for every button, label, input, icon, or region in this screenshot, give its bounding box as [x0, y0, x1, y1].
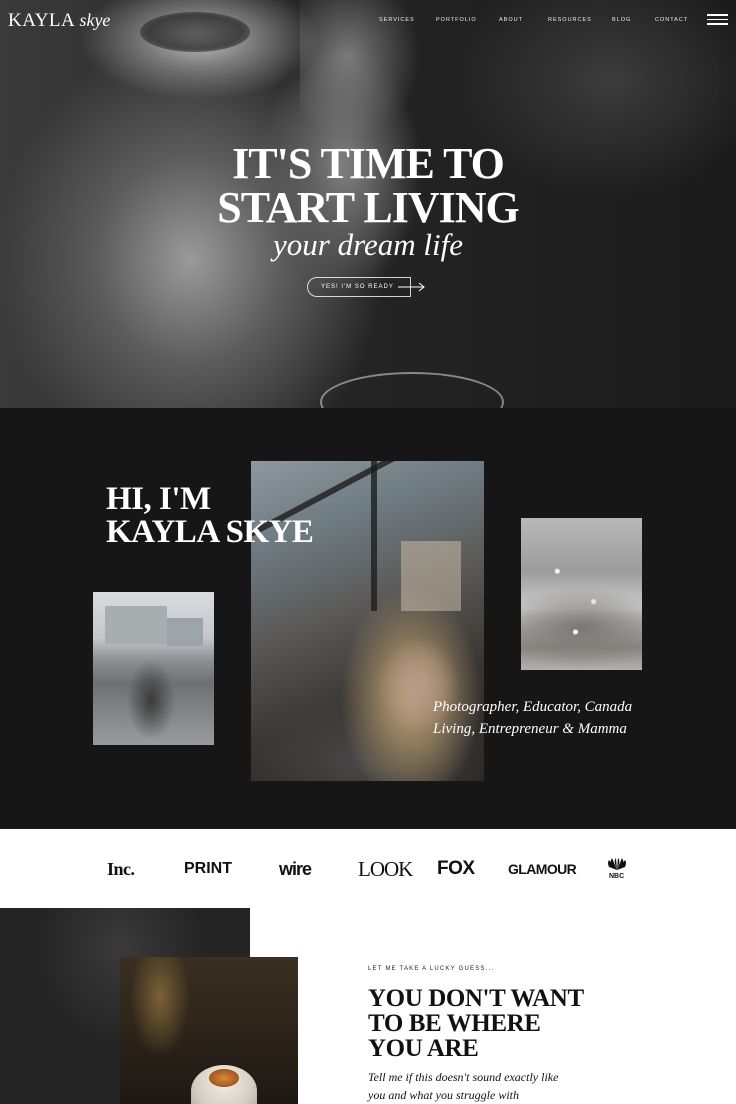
- logo-main-text: KAYLA: [8, 10, 75, 31]
- about-section: HI, I'M KAYLA SKYE Photographer, Educato…: [0, 408, 736, 829]
- guess-title-line1: YOU DON'T WANT: [368, 985, 584, 1012]
- hero-title-line2: START LIVING: [217, 183, 519, 232]
- guess-body-text: Tell me if this doesn't sound exactly li…: [368, 1070, 559, 1102]
- hamburger-menu-icon[interactable]: [707, 14, 728, 25]
- arrow-right-icon[interactable]: [398, 281, 426, 293]
- nav-contact[interactable]: CONTACT: [655, 17, 688, 23]
- hero-section: KAYLA skye SERVICES PORTFOLIO ABOUT RESO…: [0, 0, 736, 408]
- cocktail-photo: [120, 957, 298, 1104]
- press-logo-nbc: NBC: [609, 873, 625, 880]
- site-logo[interactable]: KAYLA skye: [8, 10, 110, 32]
- press-logo-print: PRINT: [184, 860, 232, 877]
- about-title-line2: KAYLA SKYE: [106, 514, 314, 550]
- nav-services[interactable]: SERVICES: [379, 17, 415, 23]
- lucky-guess-section: LET ME TAKE A LUCKY GUESS... YOU DON'T W…: [0, 908, 736, 1104]
- press-logo-wire: wire: [279, 859, 312, 879]
- nav-blog[interactable]: BLOG: [612, 17, 631, 23]
- guess-title-line2: TO BE WHERE: [368, 1010, 541, 1037]
- nav-portfolio[interactable]: PORTFOLIO: [436, 17, 477, 23]
- hero-script-subtitle: your dream life: [273, 227, 463, 262]
- guess-title-line3: YOU ARE: [368, 1035, 479, 1062]
- logo-script-text: skye: [79, 10, 111, 30]
- press-logo-glamour: GLAMOUR: [508, 861, 577, 877]
- about-title-line1: HI, I'M: [106, 481, 211, 517]
- hero-photo-wine-glass: [320, 372, 504, 408]
- guess-eyebrow: LET ME TAKE A LUCKY GUESS...: [368, 966, 495, 972]
- about-title: HI, I'M KAYLA SKYE: [106, 481, 314, 550]
- hero-cta-label: YES! I'M SO READY: [321, 284, 394, 290]
- press-logo-inc: Inc.: [107, 859, 135, 879]
- hero-cta-button[interactable]: YES! I'M SO READY: [307, 277, 411, 297]
- press-logos-bar: Inc. PRINT wire LOOK FOX GLAMOUR NBC: [0, 829, 736, 908]
- press-logo-fox: FOX: [437, 858, 475, 879]
- glitter-photo: [521, 518, 642, 670]
- street-sitting-photo: [93, 592, 214, 745]
- about-caption: Photographer, Educator, Canada Living, E…: [433, 699, 633, 737]
- guess-title: YOU DON'T WANT TO BE WHERE YOU ARE: [368, 986, 584, 1061]
- nav-about[interactable]: ABOUT: [499, 17, 523, 23]
- press-logo-look: LOOK: [358, 857, 413, 881]
- hero-title-line1: IT'S TIME TO: [232, 139, 505, 188]
- hero-photo-lips: [140, 12, 250, 52]
- nav-resources[interactable]: RESOURCES: [548, 17, 592, 23]
